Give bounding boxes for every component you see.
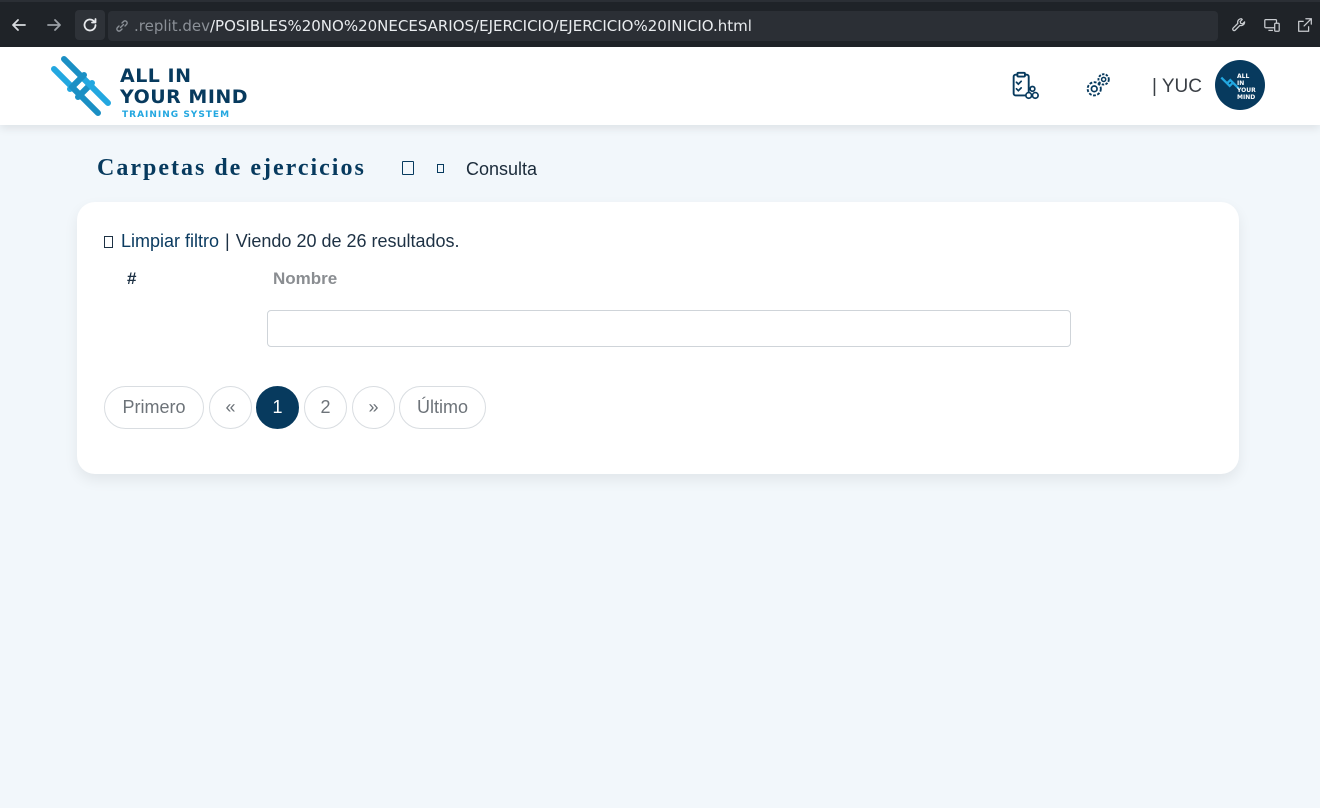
brand-logo[interactable]: ALL IN YOUR MIND TRAINING SYSTEM [50, 55, 250, 120]
folder-icon [402, 161, 414, 175]
forward-arrow-icon[interactable] [41, 12, 67, 38]
user-label[interactable]: | YUC [1152, 76, 1202, 98]
logo-mark-icon [51, 56, 111, 116]
reload-icon[interactable] [75, 10, 105, 40]
breadcrumb-current: Consulta [466, 159, 538, 179]
app-header: ALL IN YOUR MIND TRAINING SYSTEM | YUC A… [0, 47, 1320, 125]
page-title: Carpetas de ejercicios [97, 155, 366, 181]
logo-text-line2: YOUR MIND [120, 86, 249, 108]
column-header-number[interactable]: # [127, 269, 136, 289]
separator: | [225, 231, 230, 251]
page-prev-button[interactable]: « [209, 386, 252, 429]
devices-icon[interactable] [1261, 14, 1283, 36]
page-2-button[interactable]: 2 [304, 386, 347, 429]
page-next-button[interactable]: » [352, 386, 395, 429]
address-bar[interactable]: .replit.dev /POSIBLES%20NO%20NECESARIOS/… [108, 11, 1218, 41]
avatar[interactable]: ALL IN YOUR MIND [1215, 60, 1265, 110]
results-summary-line: Limpiar filtro | Viendo 20 de 26 resulta… [104, 231, 460, 252]
url-host: .replit.dev [134, 17, 210, 35]
page-1-button[interactable]: 1 [256, 386, 299, 429]
wrench-icon[interactable] [1228, 14, 1250, 36]
open-external-icon[interactable] [1294, 14, 1316, 36]
name-filter-input[interactable] [267, 310, 1071, 347]
exercise-clipboard-icon[interactable] [1007, 69, 1041, 103]
avatar-text: ALL IN YOUR MIND [1237, 73, 1256, 101]
clear-filter-link[interactable]: Limpiar filtro [121, 231, 219, 252]
back-arrow-icon[interactable] [6, 12, 32, 38]
results-count-text: Viendo 20 de 26 resultados. [235, 231, 460, 251]
browser-toolbar: .replit.dev /POSIBLES%20NO%20NECESARIOS/… [0, 0, 1320, 47]
logo-tagline: TRAINING SYSTEM [122, 110, 231, 120]
filter-clear-icon [104, 235, 113, 248]
logo-text-line1: ALL IN [120, 65, 192, 87]
results-card: Limpiar filtro | Viendo 20 de 26 resulta… [77, 202, 1239, 474]
chevron-right-icon [437, 164, 444, 173]
link-icon [114, 18, 130, 34]
url-path: /POSIBLES%20NO%20NECESARIOS/EJERCICIO/EJ… [209, 17, 752, 35]
column-header-name[interactable]: Nombre [273, 269, 337, 289]
settings-gears-icon[interactable] [1081, 69, 1115, 103]
page-first-button[interactable]: Primero [104, 386, 204, 429]
page-last-button[interactable]: Último [399, 386, 486, 429]
